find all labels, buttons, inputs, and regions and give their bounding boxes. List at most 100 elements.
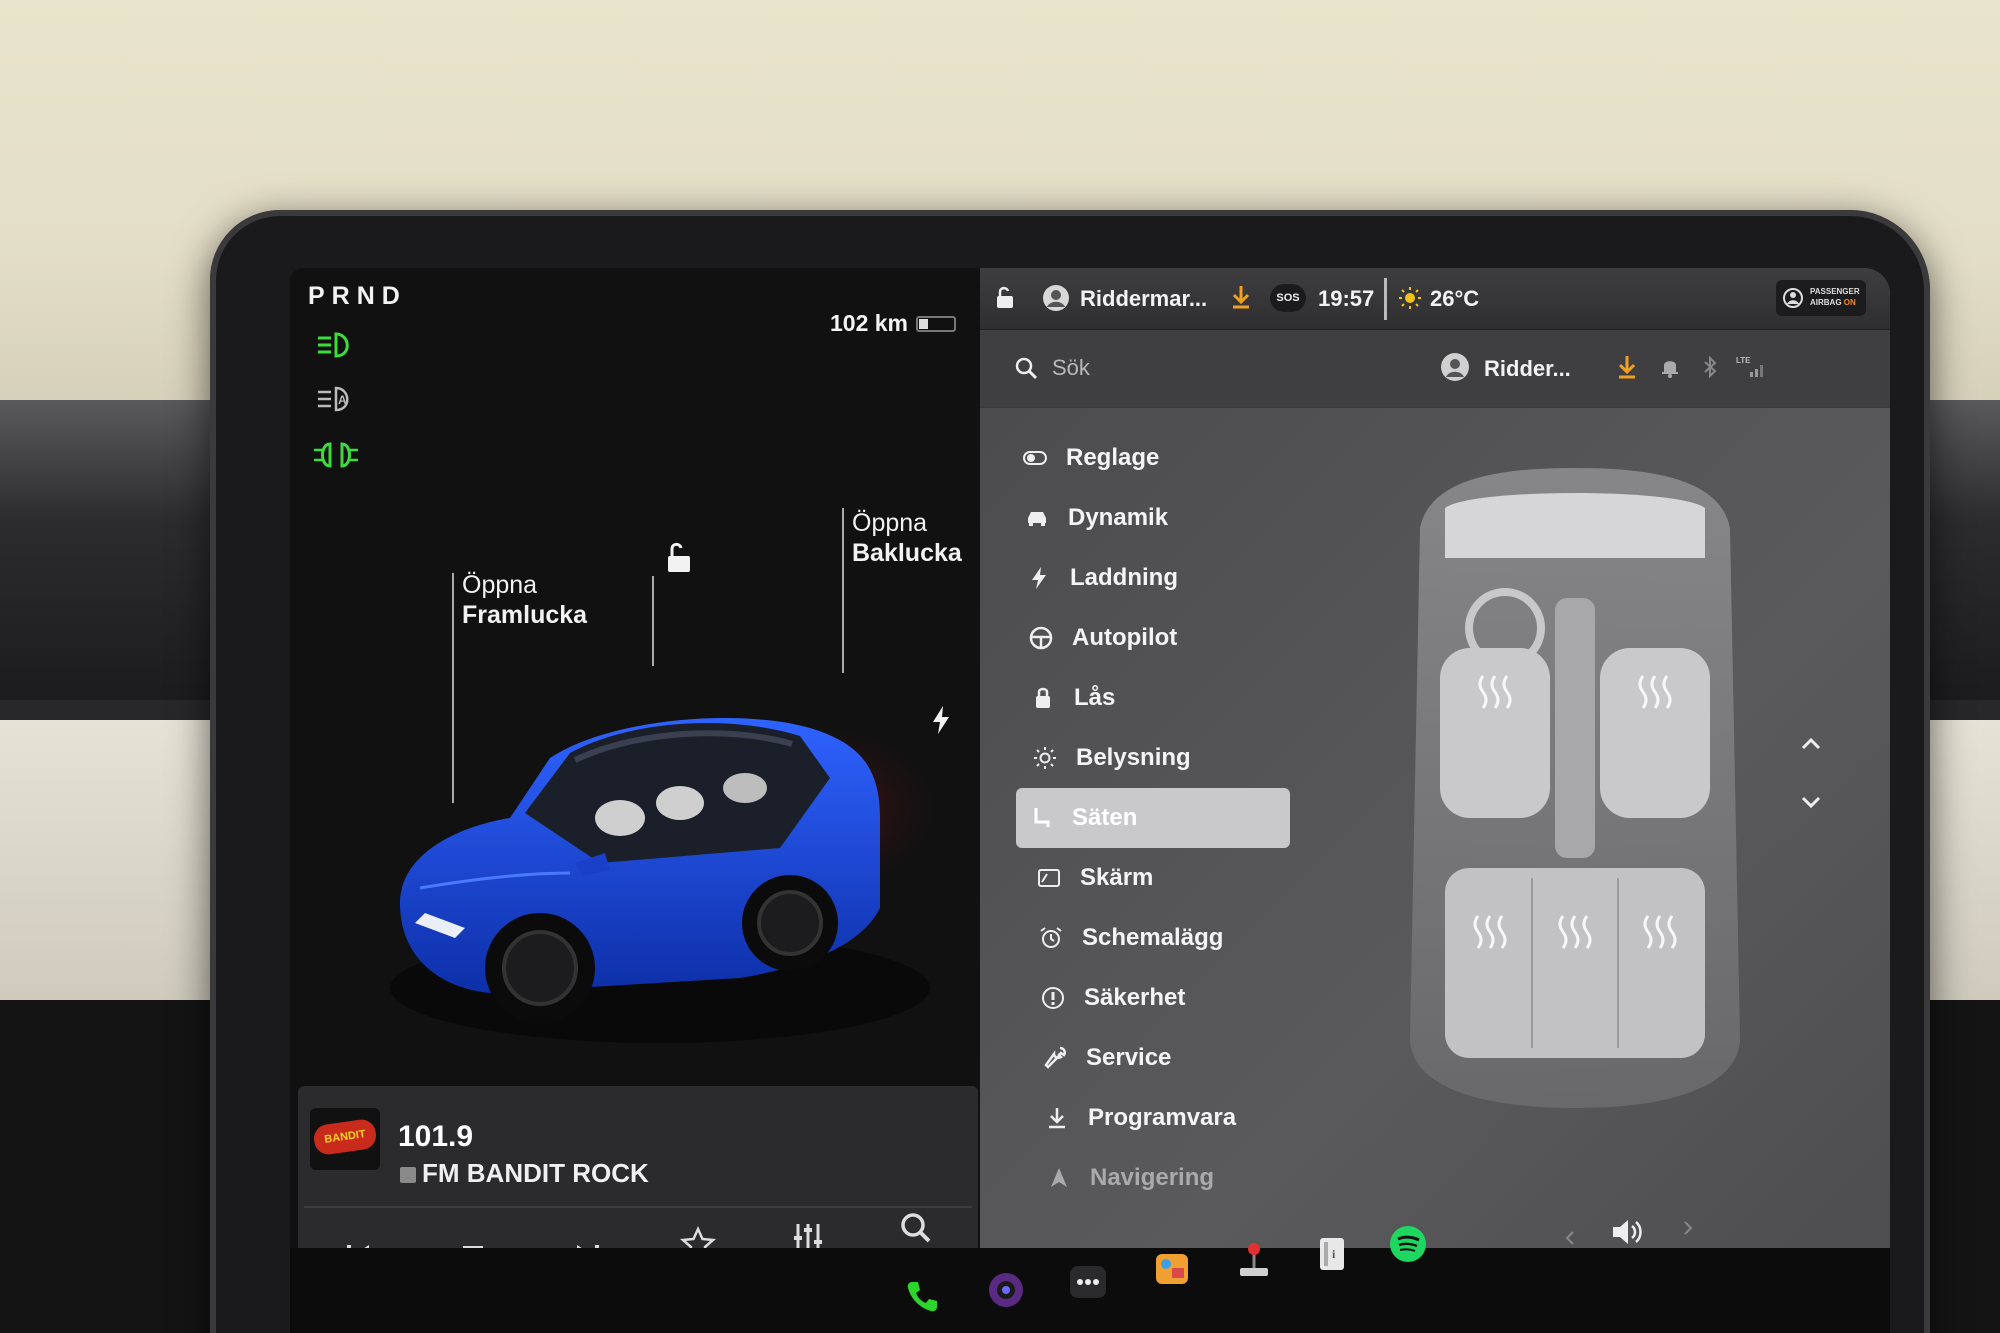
lte-signal-icon: LTE	[1736, 356, 1763, 377]
airbag-state: ON	[1843, 298, 1856, 307]
car-icon	[1028, 512, 1046, 526]
media-search-icon[interactable]	[896, 1208, 936, 1248]
menu-item-11[interactable]: Programvara	[1032, 1088, 1300, 1148]
menu-item-label: Laddning	[1070, 564, 1178, 591]
passenger-airbag-indicator: PASSENGER AIRBAG ON	[1776, 280, 1866, 316]
seat-icon	[1034, 808, 1050, 827]
auto-high-beam-icon[interactable]: A	[314, 384, 358, 414]
settings-header: Ridder... LTE	[980, 330, 1890, 408]
menu-item-1[interactable]: Dynamik	[1012, 488, 1300, 548]
rear-seats	[1445, 868, 1705, 1058]
airbag-label-2: AIRBAG	[1810, 298, 1842, 307]
fog-lights-icon[interactable]	[314, 440, 358, 470]
sun-icon	[1034, 747, 1056, 769]
menu-item-label: Belysning	[1076, 744, 1191, 771]
menu-item-7[interactable]: Skärm	[1024, 848, 1300, 908]
menu-item-0[interactable]: Reglage	[1010, 428, 1300, 488]
menu-item-2[interactable]: Laddning	[1014, 548, 1300, 608]
menu-item-label: Navigering	[1090, 1164, 1215, 1191]
navigation-icon	[1051, 1168, 1067, 1187]
search-icon[interactable]	[1014, 356, 1038, 380]
volume-right-icon[interactable]	[1678, 1208, 1698, 1248]
battery-level	[919, 319, 928, 329]
volume-left-icon[interactable]	[1560, 1218, 1580, 1258]
station-logo[interactable]: BANDIT	[310, 1108, 380, 1170]
sos-button[interactable]: SOS	[1270, 284, 1306, 312]
camera-icon[interactable]	[986, 1270, 1026, 1310]
open-frunk-line2: Framlucka	[462, 601, 588, 629]
bluetooth-icon[interactable]	[1702, 356, 1718, 378]
open-frunk-button[interactable]: Öppna Framlucka	[462, 570, 587, 630]
unlock-status-icon[interactable]	[994, 286, 1016, 310]
menu-item-label: Säten	[1072, 804, 1138, 831]
menu-item-label: Skärm	[1080, 864, 1154, 891]
car-panel: PRND A 102 km Öppna Framlucka Öppna Bakl…	[290, 268, 980, 1333]
download-update-icon[interactable]	[1230, 284, 1252, 310]
arcade-joystick-icon[interactable]	[1234, 1240, 1274, 1280]
range-readout: 102 km	[830, 310, 909, 336]
battery-icon	[916, 316, 956, 332]
steering-wheel-icon	[1029, 626, 1053, 650]
status-divider	[1384, 278, 1387, 320]
sun-weather-icon	[1399, 287, 1421, 309]
volume-icon[interactable]	[1608, 1212, 1648, 1252]
driver-profile-name[interactable]: Riddermar...	[1080, 286, 1207, 312]
profile-avatar-icon[interactable]	[1042, 284, 1070, 312]
settings-menu: Reglage Dynamik Laddning Autopilot Lås Belysn…	[1010, 428, 1300, 1208]
toybox-icon[interactable]	[1152, 1248, 1192, 1288]
media-divider	[304, 1206, 972, 1208]
menu-item-label: Autopilot	[1072, 624, 1178, 651]
unlock-icon[interactable]	[662, 540, 696, 576]
lock-icon	[1036, 687, 1050, 708]
menu-item-label: Service	[1086, 1044, 1172, 1071]
settings-panel: Riddermar... SOS 19:57 26°C PASSENGER AI…	[980, 268, 1890, 1333]
menu-item-3[interactable]: Autopilot	[1016, 608, 1300, 668]
outside-temperature: 26°C	[1430, 286, 1480, 311]
alarm-icon	[1040, 927, 1062, 948]
menu-item-10[interactable]: Service	[1030, 1028, 1300, 1088]
touchscreen: PRND A 102 km Öppna Framlucka Öppna Bakl…	[290, 268, 1890, 1333]
open-trunk-line2: Baklucka	[852, 539, 962, 567]
menu-item-8[interactable]: Schemalägg	[1026, 908, 1300, 968]
menu-item-12[interactable]: Navigering	[1034, 1148, 1300, 1208]
top-status-bar: Riddermar... SOS 19:57 26°C PASSENGER AI…	[980, 268, 1890, 330]
radio-frequency: 101.9	[398, 1120, 474, 1153]
menu-item-label: Programvara	[1088, 1104, 1237, 1131]
menu-item-5[interactable]: Belysning	[1020, 728, 1300, 788]
menu-item-6[interactable]: Säten	[1016, 788, 1290, 848]
taskbar: i	[290, 1220, 1890, 1333]
phone-icon[interactable]	[902, 1276, 942, 1316]
clock: 19:57	[1318, 286, 1375, 311]
wrench-icon	[1044, 1046, 1067, 1069]
menu-item-9[interactable]: Säkerhet	[1028, 968, 1300, 1028]
info-icon	[1042, 987, 1064, 1009]
station-name-row: FM BANDIT ROCK	[400, 1158, 649, 1189]
software-update-icon[interactable]	[1616, 354, 1638, 380]
headlights-icon[interactable]	[314, 330, 358, 360]
download-icon	[1049, 1108, 1065, 1129]
notification-bell-icon[interactable]	[1660, 356, 1680, 378]
profile-icon[interactable]	[1440, 352, 1470, 382]
menu-item-label: Dynamik	[1068, 504, 1169, 531]
owners-manual-icon[interactable]: i	[1312, 1234, 1352, 1274]
settings-search-input[interactable]	[1052, 350, 1352, 386]
header-profile-name[interactable]: Ridder...	[1484, 356, 1571, 382]
bolt-icon	[1032, 567, 1046, 589]
scroll-down-icon[interactable]	[1790, 778, 1832, 828]
seat-heater-diagram	[1410, 468, 1740, 1108]
station-name: FM BANDIT ROCK	[422, 1158, 649, 1188]
svg-text:LTE: LTE	[1736, 356, 1751, 365]
menu-item-label: Lås	[1074, 684, 1116, 711]
menu-item-label: Schemalägg	[1082, 924, 1224, 951]
vehicle-render[interactable]	[360, 648, 960, 1068]
airbag-label-1: PASSENGER	[1810, 287, 1860, 296]
spotify-icon[interactable]	[1388, 1224, 1428, 1264]
display-icon	[1038, 869, 1060, 887]
scroll-up-icon[interactable]	[1790, 718, 1832, 768]
station-logo-text: BANDIT	[312, 1117, 378, 1157]
open-trunk-button[interactable]: Öppna Baklucka	[852, 508, 962, 568]
open-trunk-line1: Öppna	[852, 509, 928, 537]
open-frunk-line1: Öppna	[462, 571, 538, 599]
menu-item-4[interactable]: Lås	[1018, 668, 1300, 728]
more-apps-icon[interactable]	[1068, 1262, 1108, 1302]
